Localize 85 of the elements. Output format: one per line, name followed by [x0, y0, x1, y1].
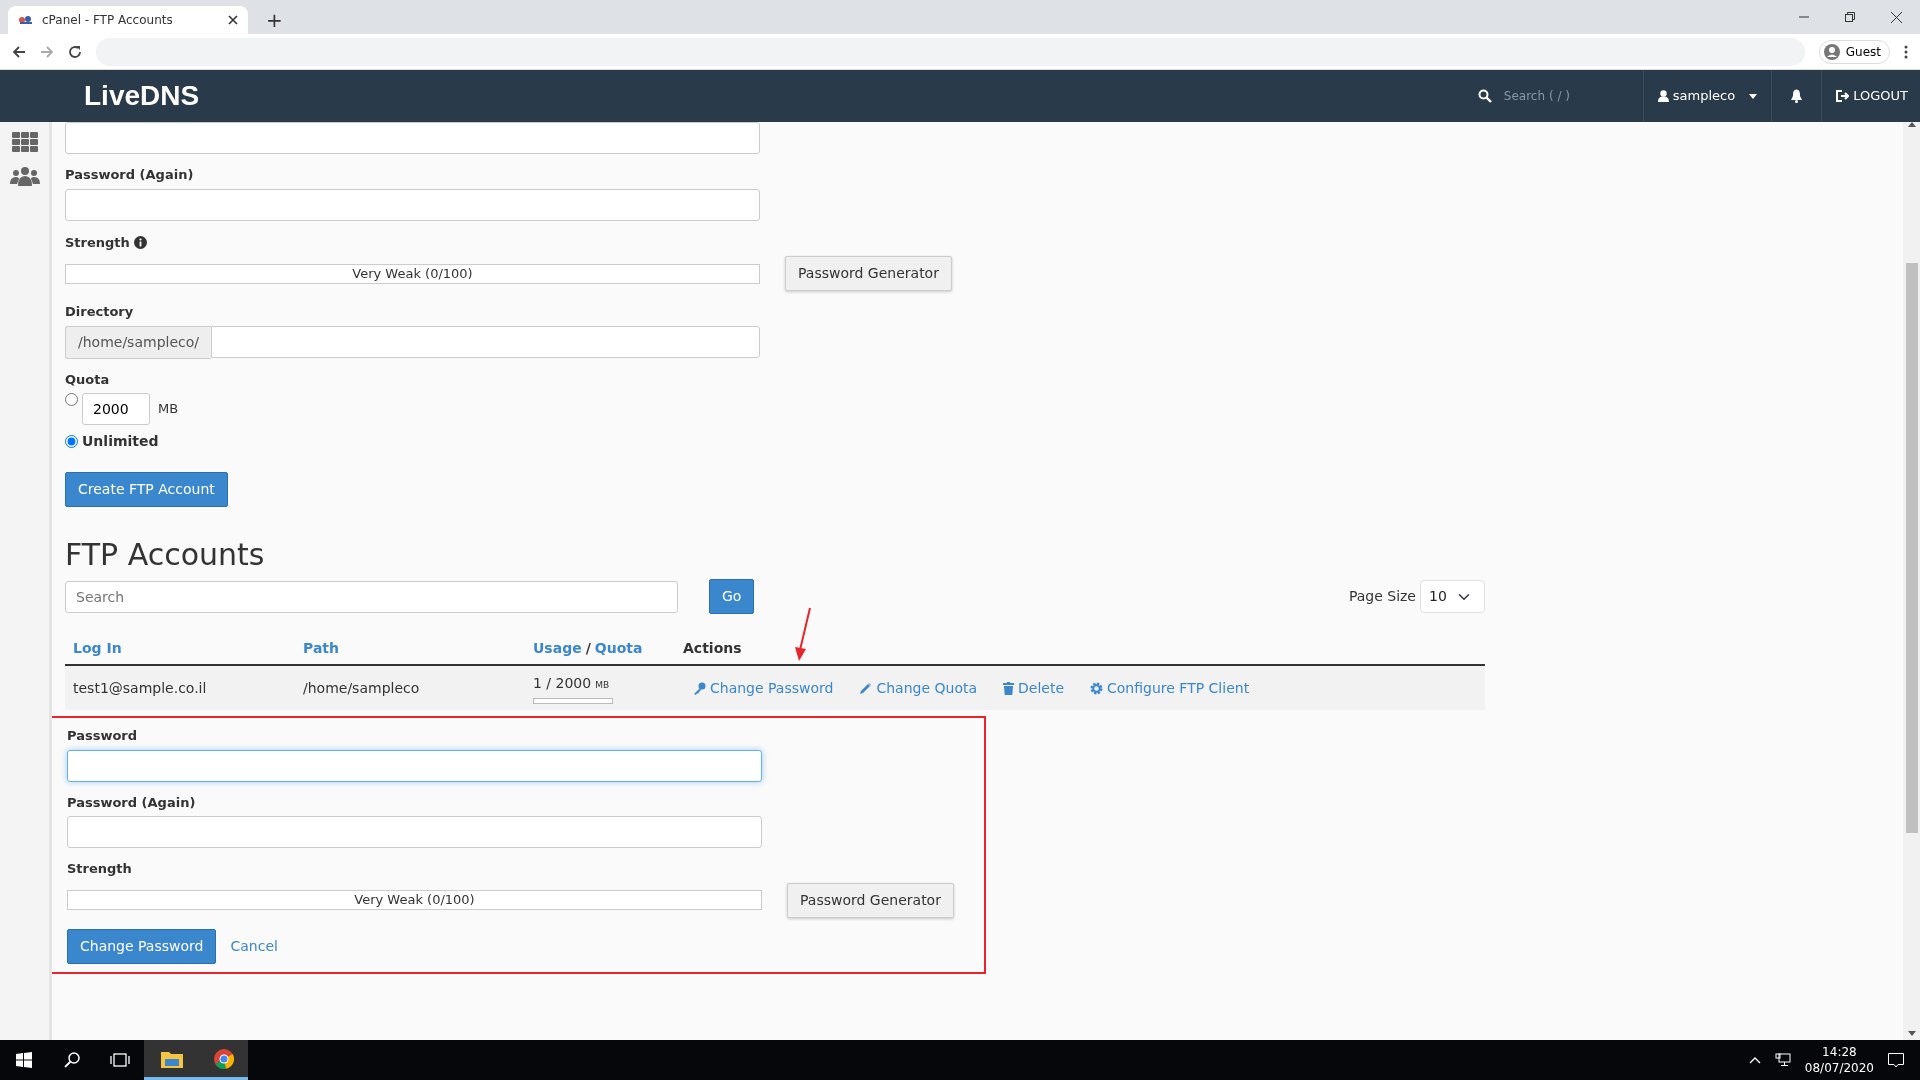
quota-field[interactable]: 2000: [82, 393, 150, 425]
folder-icon: [161, 1049, 183, 1068]
password-generator-button[interactable]: Password Generator: [785, 256, 952, 291]
grid-icon[interactable]: [11, 132, 38, 152]
close-icon[interactable]: [228, 15, 238, 25]
field-label: Directory: [65, 303, 135, 321]
column-separator: /: [585, 639, 591, 656]
close-icon[interactable]: [1891, 11, 1902, 23]
cancel-link[interactable]: Cancel: [230, 935, 278, 957]
unit-label: MB: [158, 400, 179, 419]
file-explorer-button[interactable]: [144, 1040, 200, 1080]
user-icon: [1657, 90, 1669, 102]
usage-text: 1 / 2000: [533, 674, 592, 691]
action-link[interactable]: Change Quota: [859, 677, 978, 699]
section-heading: FTP Accounts: [65, 537, 266, 573]
meter-text: Very Weak (0/100): [352, 264, 473, 283]
field-label: Strength: [67, 860, 132, 878]
field-label: Password (Again): [65, 166, 195, 184]
field-label: Quota: [65, 370, 111, 389]
users-icon[interactable]: [9, 166, 40, 186]
network-icon[interactable]: [1774, 1053, 1791, 1067]
bell-icon: [1790, 89, 1804, 103]
logout-icon: [1836, 90, 1850, 102]
password-field[interactable]: [65, 122, 760, 154]
field-label: Password: [67, 727, 139, 745]
menu-icon[interactable]: [1904, 44, 1908, 59]
search-field[interactable]: Search: [65, 580, 678, 613]
restore-icon[interactable]: [1845, 12, 1855, 22]
scrollbar-thumb[interactable]: [1905, 263, 1918, 833]
field-label: Password (Again): [67, 793, 197, 812]
password-generator-button[interactable]: Password Generator: [787, 882, 954, 918]
reload-icon[interactable]: [68, 44, 82, 59]
pencil-icon: [859, 681, 873, 695]
column-header-link[interactable]: Log In: [73, 639, 122, 656]
browser-tab[interactable]: cPanel - FTP Accounts: [8, 6, 248, 34]
radio-button[interactable]: [65, 393, 78, 406]
field-label: Strength: [65, 233, 130, 252]
unit-label: MB: [595, 679, 610, 690]
scroll-down-icon[interactable]: [1907, 1031, 1916, 1036]
page-size-select[interactable]: 10: [1420, 580, 1485, 613]
avatar-icon: [1823, 43, 1840, 60]
password-field[interactable]: [67, 816, 762, 848]
new-tab-button[interactable]: +: [262, 10, 287, 30]
windows-icon: [16, 1052, 32, 1068]
profile-button[interactable]: Guest: [1818, 39, 1890, 64]
browser-icon: [213, 1047, 235, 1070]
table-cell: test1@sample.co.il: [73, 679, 207, 696]
info-icon[interactable]: [133, 235, 147, 249]
search-icon: [1477, 89, 1492, 103]
page-size-label: Page Size: [1348, 587, 1416, 606]
gear-icon: [1090, 681, 1104, 695]
user-menu[interactable]: sampleco: [1642, 70, 1772, 122]
column-header: Actions: [683, 639, 742, 656]
tab-title: cPanel - FTP Accounts: [42, 12, 174, 29]
go-button[interactable]: Go: [709, 579, 755, 614]
meter-text: Very Weak (0/100): [354, 891, 475, 910]
change-password-button[interactable]: Change Password: [67, 928, 217, 964]
action-link[interactable]: Configure FTP Client: [1090, 677, 1250, 699]
search-icon: [64, 1052, 80, 1068]
clock-date: 08/07/2020: [1804, 1060, 1874, 1077]
column-header-link[interactable]: Usage: [533, 639, 582, 656]
browser-button[interactable]: [200, 1040, 248, 1080]
column-header-link[interactable]: Path: [303, 639, 339, 656]
password-field[interactable]: [67, 749, 762, 782]
clock-time: 14:28: [1821, 1043, 1858, 1060]
table-cell: /home/sampleco: [303, 679, 420, 696]
caret-icon: [1749, 93, 1758, 99]
directory-field[interactable]: [211, 325, 760, 358]
action-link[interactable]: Change Password: [693, 677, 834, 699]
trash-icon: [1003, 681, 1015, 695]
favicon-icon: [18, 15, 34, 25]
key-icon: [693, 681, 706, 695]
logo[interactable]: LiveDNS: [84, 75, 200, 117]
column-header-link[interactable]: Quota: [594, 639, 643, 656]
radio-label: Unlimited: [82, 432, 159, 451]
create-ftp-account-button[interactable]: Create FTP Account: [65, 472, 228, 507]
back-icon[interactable]: [12, 44, 26, 59]
password-field[interactable]: [65, 188, 760, 221]
action-link[interactable]: Delete: [1003, 677, 1065, 699]
task-view-icon: [110, 1053, 130, 1067]
notification-icon[interactable]: [1888, 1052, 1904, 1068]
chevron-up-icon[interactable]: [1748, 1056, 1761, 1064]
radio-button[interactable]: [65, 435, 78, 448]
search-field[interactable]: Search ( / ): [1501, 86, 1622, 106]
directory-prefix: /home/sampleco/: [65, 325, 211, 359]
